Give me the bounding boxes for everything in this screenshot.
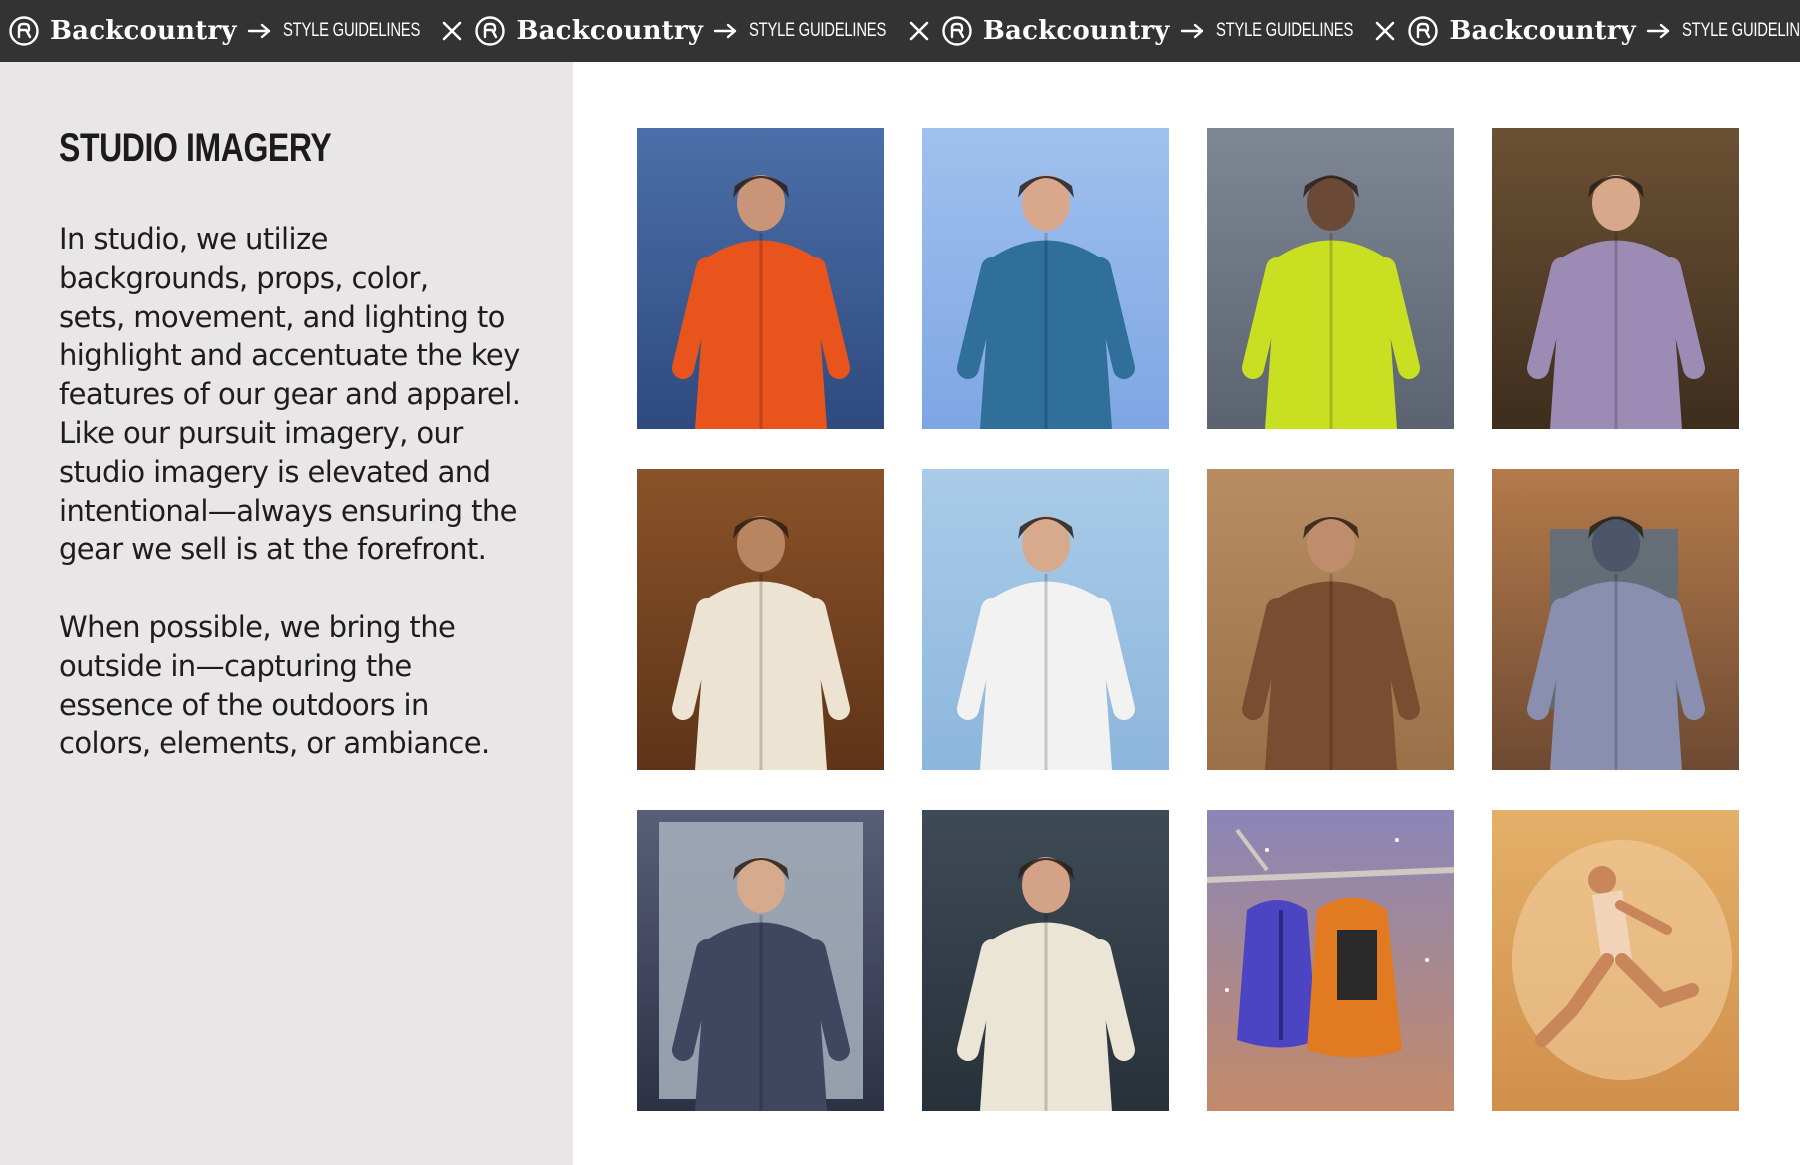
backcountry-logo-icon: [1407, 15, 1439, 47]
photo-illustration: [922, 469, 1169, 770]
backcountry-logo-icon: [474, 15, 506, 47]
backcountry-logo-icon: [8, 15, 40, 47]
photo-snow-suit-frame: [637, 810, 884, 1111]
brand-wordmark: Backcountry: [516, 16, 704, 46]
arrow-right-icon: [247, 22, 273, 40]
photo-orange-hoodie: [637, 128, 884, 429]
x-separator-icon: [1373, 19, 1397, 43]
photo-illustration: [637, 810, 884, 1111]
top-banner: Backcountry STYLE GUIDELINES Backcountry ST…: [0, 0, 1800, 62]
banner-unit: Backcountry STYLE GUIDELINES: [474, 15, 930, 47]
backcountry-logo-icon: [941, 15, 973, 47]
brand-wordmark: Backcountry: [50, 16, 237, 46]
arrow-right-icon: [713, 22, 739, 40]
x-separator-icon: [440, 19, 464, 43]
banner-unit: Backcountry STYLE GUIDELINES: [1407, 15, 1800, 47]
photo-hanging-puffers: [1207, 810, 1454, 1111]
photo-illustration: [922, 810, 1169, 1111]
photo-illustration: [1207, 810, 1454, 1111]
photo-yellow-ski-jacket: [1207, 128, 1454, 429]
photo-bike-helmet: [922, 469, 1169, 770]
banner-tagline: STYLE GUIDELINES: [1215, 20, 1353, 41]
photo-illustration: [1492, 128, 1739, 429]
banner-unit: Backcountry STYLE GUIDELINES: [8, 15, 464, 47]
photo-illustration: [1492, 469, 1739, 770]
body-paragraph-1: In studio, we utilize backgrounds, props…: [59, 222, 521, 567]
x-separator-icon: [907, 19, 931, 43]
studio-image-grid: [637, 128, 1740, 1111]
photo-bike-workshop: [1492, 128, 1739, 429]
body-copy: In studio, we utilize backgrounds, props…: [59, 220, 529, 802]
banner-unit: Backcountry STYLE GUIDELINES: [941, 15, 1397, 47]
text-panel: STUDIO IMAGERY In studio, we utilize bac…: [0, 62, 573, 1165]
photo-illustration: [922, 128, 1169, 429]
photo-illustration: [1492, 810, 1739, 1111]
photo-illustration: [637, 128, 884, 429]
banner-tagline: STYLE GUIDELINES: [749, 20, 887, 41]
photo-blue-baselayer: [922, 128, 1169, 429]
arrow-right-icon: [1180, 22, 1206, 40]
photo-patterned-baselayer: [1207, 469, 1454, 770]
photo-running-motion: [1492, 810, 1739, 1111]
page-title: STUDIO IMAGERY: [59, 126, 332, 170]
photo-library-armchair: [637, 469, 884, 770]
banner-tagline: STYLE GUIDELINES: [282, 20, 420, 41]
banner-tagline: STYLE GUIDELINES: [1681, 20, 1800, 41]
photo-illustration: [637, 469, 884, 770]
photo-patterned-hood-frame: [1492, 469, 1739, 770]
arrow-right-icon: [1646, 22, 1672, 40]
photo-illustration: [1207, 128, 1454, 429]
banner-track: Backcountry STYLE GUIDELINES Backcountry ST…: [8, 0, 1800, 62]
brand-wordmark: Backcountry: [1449, 16, 1636, 46]
brand-wordmark: Backcountry: [982, 16, 1170, 46]
photo-illustration: [1207, 469, 1454, 770]
body-paragraph-2: When possible, we bring the outside in—c…: [59, 609, 490, 761]
photo-speckled-ski-jacket: [922, 810, 1169, 1111]
